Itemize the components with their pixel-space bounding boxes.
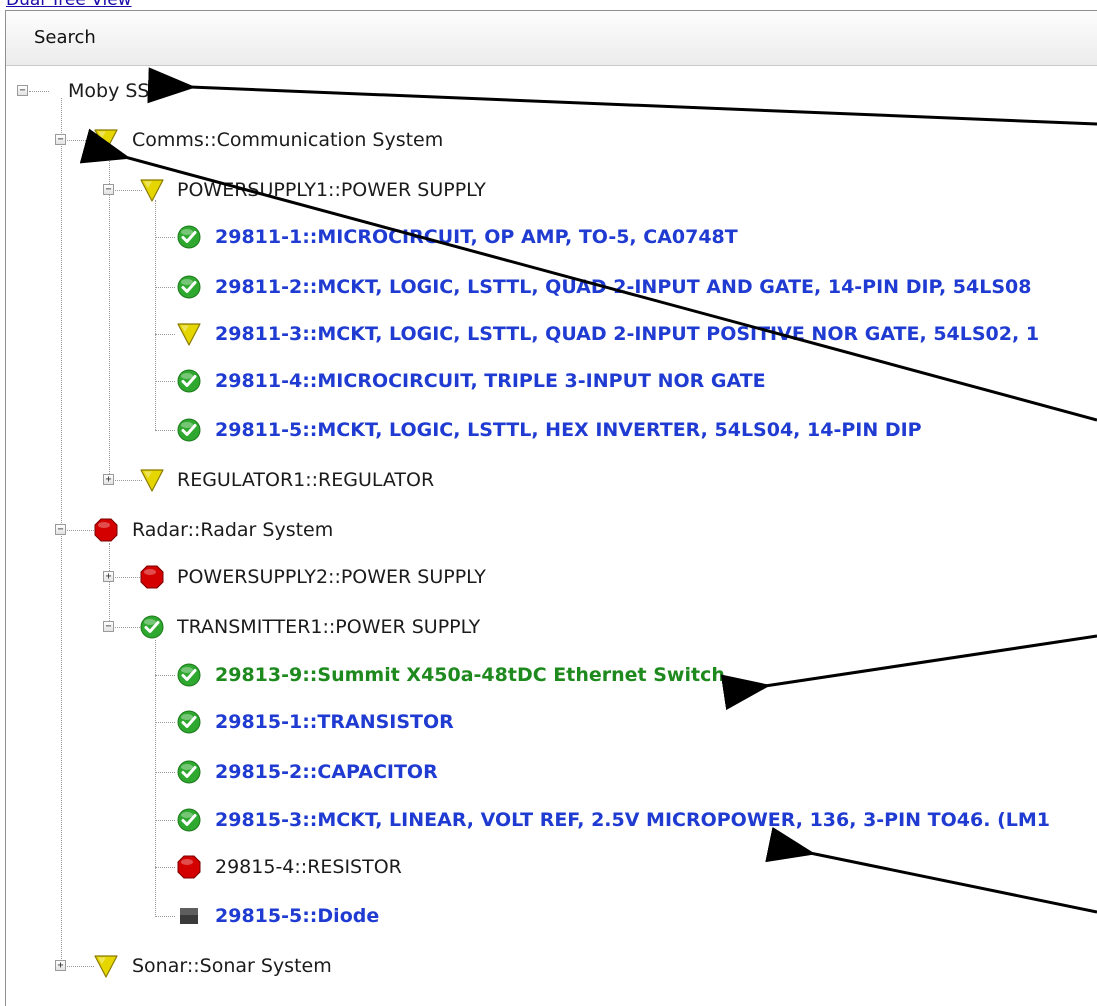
annotation-arrow xyxy=(147,67,1097,126)
annotation-arrows xyxy=(79,67,1097,914)
annotation-arrow xyxy=(79,128,1097,422)
annotation-arrow xyxy=(720,634,1097,711)
annotation-arrow xyxy=(765,826,1097,914)
